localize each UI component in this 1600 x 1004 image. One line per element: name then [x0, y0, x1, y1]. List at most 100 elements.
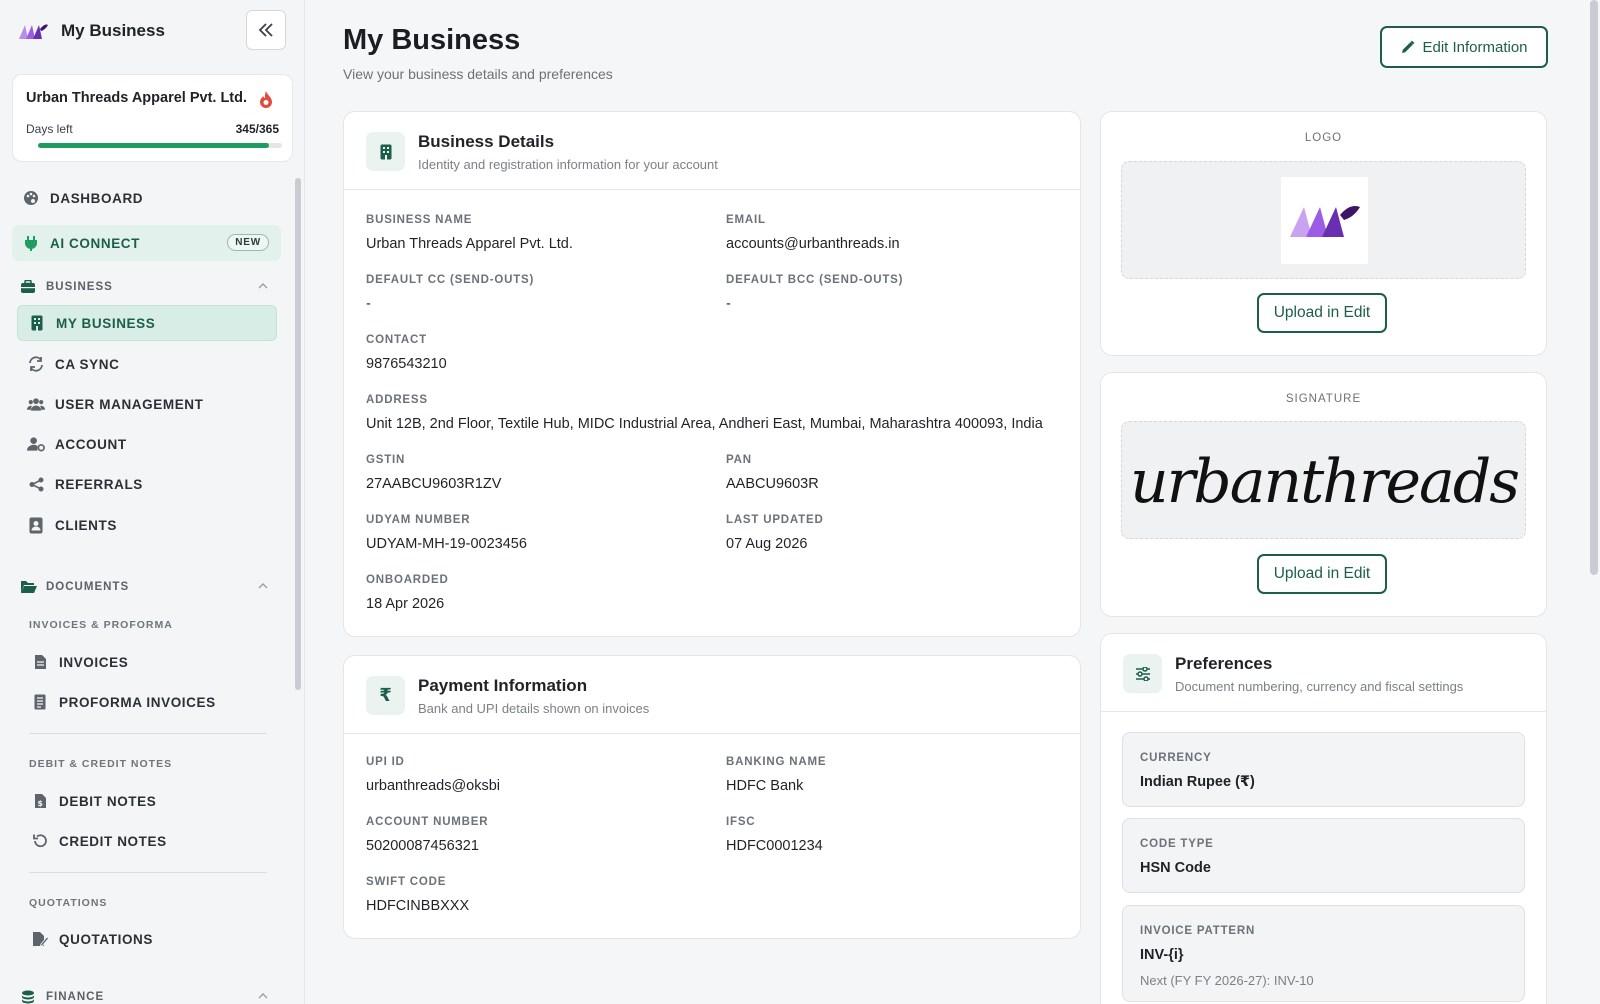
payment-information-card: ₹ Payment Information Bank and UPI detai… — [343, 655, 1081, 939]
section-business[interactable]: BUSINESS — [20, 277, 276, 297]
page-subtitle: View your business details and preferenc… — [343, 66, 613, 82]
invoice-pattern-box: INVOICE PATTERN INV-{i} Next (FY FY 2026… — [1122, 905, 1525, 1002]
nav-credit-notes[interactable]: CREDIT NOTES — [31, 824, 276, 858]
business-name-value: Urban Threads Apparel Pvt. Ltd. — [366, 236, 573, 252]
gstin-value: 27AABCU9603R1ZV — [366, 476, 502, 492]
email-label: EMAIL — [726, 214, 766, 226]
section-finance[interactable]: FINANCE — [20, 987, 276, 1004]
building-icon — [366, 132, 405, 171]
nav-clients-label: CLIENTS — [55, 517, 117, 533]
collapse-sidebar-button[interactable] — [246, 10, 286, 50]
undo-icon — [31, 832, 49, 850]
nav-referrals[interactable]: REFERRALS — [27, 467, 277, 501]
onboarded-value: 18 Apr 2026 — [366, 596, 445, 612]
udyam-label: UDYAM NUMBER — [366, 514, 471, 526]
default-cc-label: DEFAULT CC (SEND-OUTS) — [366, 274, 535, 286]
folder-open-icon — [20, 580, 38, 594]
signature-card: SIGNATURE urbanthreads Upload in Edit — [1100, 372, 1547, 617]
account-number-label: ACCOUNT NUMBER — [366, 816, 489, 828]
sidebar-scrollbar[interactable] — [295, 178, 301, 690]
chevron-up-icon — [258, 580, 268, 592]
section-documents[interactable]: DOCUMENTS — [20, 577, 276, 597]
logo-label: LOGO — [1304, 132, 1343, 144]
invoice-pattern-note: Next (FY FY 2026-27): INV-10 — [1140, 973, 1314, 988]
nav-debit-notes[interactable]: $ DEBIT NOTES — [31, 784, 276, 818]
nav-my-business-label: MY BUSINESS — [56, 315, 156, 331]
receipt-icon — [31, 693, 49, 711]
preferences-subtitle: Document numbering, currency and fiscal … — [1175, 679, 1464, 694]
logo-preview-box — [1121, 161, 1526, 279]
nav-my-business[interactable]: MY BUSINESS — [17, 305, 277, 341]
email-value: accounts@urbanthreads.in — [726, 236, 900, 252]
nav-user-management[interactable]: USER MANAGEMENT — [27, 387, 277, 421]
nav-proforma-invoices-label: PROFORMA INVOICES — [59, 694, 216, 710]
brand-logo-icon — [16, 14, 50, 48]
preferences-title: Preferences — [1175, 654, 1273, 673]
signature-upload-button[interactable]: Upload in Edit — [1257, 554, 1387, 594]
pan-label: PAN — [726, 454, 752, 466]
business-details-card: Business Details Identity and registrati… — [343, 111, 1081, 637]
brand-title: My Business — [61, 21, 165, 40]
business-details-subtitle: Identity and registration information fo… — [418, 157, 718, 172]
brand-row: My Business — [16, 10, 290, 50]
users-icon — [27, 395, 45, 413]
default-bcc-label: DEFAULT BCC (SEND-OUTS) — [726, 274, 904, 286]
divider — [29, 872, 267, 873]
last-updated-label: LAST UPDATED — [726, 514, 824, 526]
group-label-notes: DEBIT & CREDIT NOTES — [29, 758, 173, 770]
main-scrollbar[interactable] — [1590, 0, 1598, 575]
nav-clients[interactable]: CLIENTS — [27, 508, 277, 542]
nav-invoices[interactable]: INVOICES — [31, 645, 276, 679]
sidebar: My Business Urban Threads Apparel Pvt. L… — [0, 0, 305, 1004]
nav-quotations[interactable]: QUOTATIONS — [31, 922, 276, 956]
upi-label: UPI ID — [366, 756, 405, 768]
address-value: Unit 12B, 2nd Floor, Textile Hub, MIDC I… — [366, 416, 1043, 432]
nav-dashboard[interactable]: DASHBOARD — [22, 181, 280, 215]
nav-ca-sync[interactable]: CA SYNC — [27, 347, 277, 381]
nav-invoices-label: INVOICES — [59, 654, 129, 670]
share-icon — [27, 475, 45, 493]
rupee-icon: ₹ — [366, 676, 405, 715]
contact-card-icon — [27, 516, 45, 534]
coins-icon — [20, 990, 38, 1004]
nav-account[interactable]: ACCOUNT — [27, 427, 277, 461]
double-chevron-left-icon — [258, 23, 273, 37]
signature-text: urbanthreads — [1130, 447, 1518, 517]
group-label-quotations: QUOTATIONS — [29, 897, 108, 909]
palette-icon — [22, 189, 40, 207]
nav-account-label: ACCOUNT — [55, 436, 127, 452]
sync-icon — [27, 355, 45, 373]
nav-user-management-label: USER MANAGEMENT — [55, 396, 204, 412]
banking-name-value: HDFC Bank — [726, 778, 804, 794]
logo-upload-button[interactable]: Upload in Edit — [1257, 293, 1387, 333]
currency-label: CURRENCY — [1140, 752, 1212, 764]
last-updated-value: 07 Aug 2026 — [726, 536, 808, 552]
file-dollar-icon: $ — [31, 792, 49, 810]
signature-preview-box: urbanthreads — [1121, 421, 1526, 539]
swift-label: SWIFT CODE — [366, 876, 447, 888]
preferences-header: Preferences Document numbering, currency… — [1101, 634, 1546, 712]
nav-referrals-label: REFERRALS — [55, 476, 143, 492]
new-badge: NEW — [227, 234, 269, 251]
default-bcc-value: - — [726, 296, 731, 312]
file-icon — [31, 653, 49, 671]
pencil-icon — [1402, 40, 1415, 53]
currency-value: Indian Rupee (₹) — [1140, 774, 1255, 790]
building-icon — [28, 314, 46, 332]
invoice-pattern-value: INV-{i} — [1140, 947, 1184, 963]
nav-proforma-invoices[interactable]: PROFORMA INVOICES — [31, 685, 276, 719]
user-gear-icon — [27, 435, 45, 453]
edit-information-button[interactable]: Edit Information — [1380, 26, 1548, 68]
company-card[interactable]: Urban Threads Apparel Pvt. Ltd. Days lef… — [12, 74, 293, 162]
nav-ai-connect[interactable]: AI CONNECT NEW — [12, 225, 281, 261]
signature-image: urbanthreads — [1130, 447, 1520, 517]
days-left-value: 345/365 — [235, 122, 279, 136]
file-pen-icon — [31, 930, 49, 948]
ifsc-label: IFSC — [726, 816, 756, 828]
section-finance-title: FINANCE — [46, 991, 105, 1003]
nav-quotations-label: QUOTATIONS — [59, 931, 153, 947]
account-number-value: 50200087456321 — [366, 838, 479, 854]
onboarded-label: ONBOARDED — [366, 574, 449, 586]
nav-credit-notes-label: CREDIT NOTES — [59, 833, 167, 849]
section-business-title: BUSINESS — [46, 281, 113, 293]
